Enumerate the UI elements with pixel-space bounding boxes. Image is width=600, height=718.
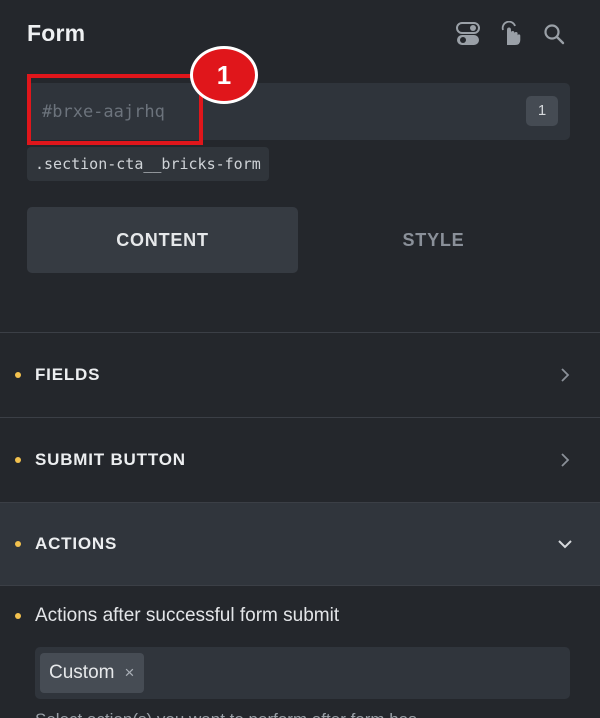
- class-count-badge[interactable]: 1: [526, 96, 558, 126]
- tab-content[interactable]: CONTENT: [27, 207, 298, 273]
- search-icon[interactable]: [541, 20, 567, 48]
- status-dot: [15, 613, 21, 619]
- section-label: ACTIONS: [35, 534, 118, 553]
- tab-style[interactable]: STYLE: [298, 207, 569, 273]
- tag-label: Custom: [49, 662, 115, 683]
- section-actions[interactable]: ACTIONS: [0, 502, 600, 586]
- chevron-right-icon: [558, 367, 572, 382]
- section-label: SUBMIT BUTTON: [35, 449, 186, 469]
- annotation-step-badge: 1: [190, 46, 258, 104]
- actions-multiselect[interactable]: Custom ×: [35, 647, 570, 699]
- section-label: FIELDS: [35, 364, 101, 384]
- css-class-chip[interactable]: .section-cta__bricks-form: [27, 147, 269, 181]
- selected-action-tag: Custom ×: [40, 653, 145, 693]
- status-dot: [15, 456, 21, 463]
- pointer-hand-icon[interactable]: [498, 20, 524, 48]
- actions-field-label: Actions after successful form submit: [35, 605, 340, 626]
- toggle-icon[interactable]: [455, 20, 481, 48]
- section-submit-button[interactable]: SUBMIT BUTTON: [0, 417, 600, 501]
- chevron-right-icon: [558, 452, 572, 467]
- remove-tag-icon[interactable]: ×: [124, 663, 134, 683]
- panel-title: Form: [27, 20, 86, 46]
- element-id-field: 1: [27, 83, 570, 140]
- element-panel: Form 1 1 .section-cta__bricks-form CONTE…: [0, 0, 600, 718]
- section-fields[interactable]: FIELDS: [0, 332, 600, 416]
- chevron-down-icon: [558, 537, 572, 551]
- actions-help-text: Select action(s) you want to perform aft…: [35, 710, 417, 718]
- status-dot: [15, 541, 21, 547]
- status-dot: [15, 371, 21, 378]
